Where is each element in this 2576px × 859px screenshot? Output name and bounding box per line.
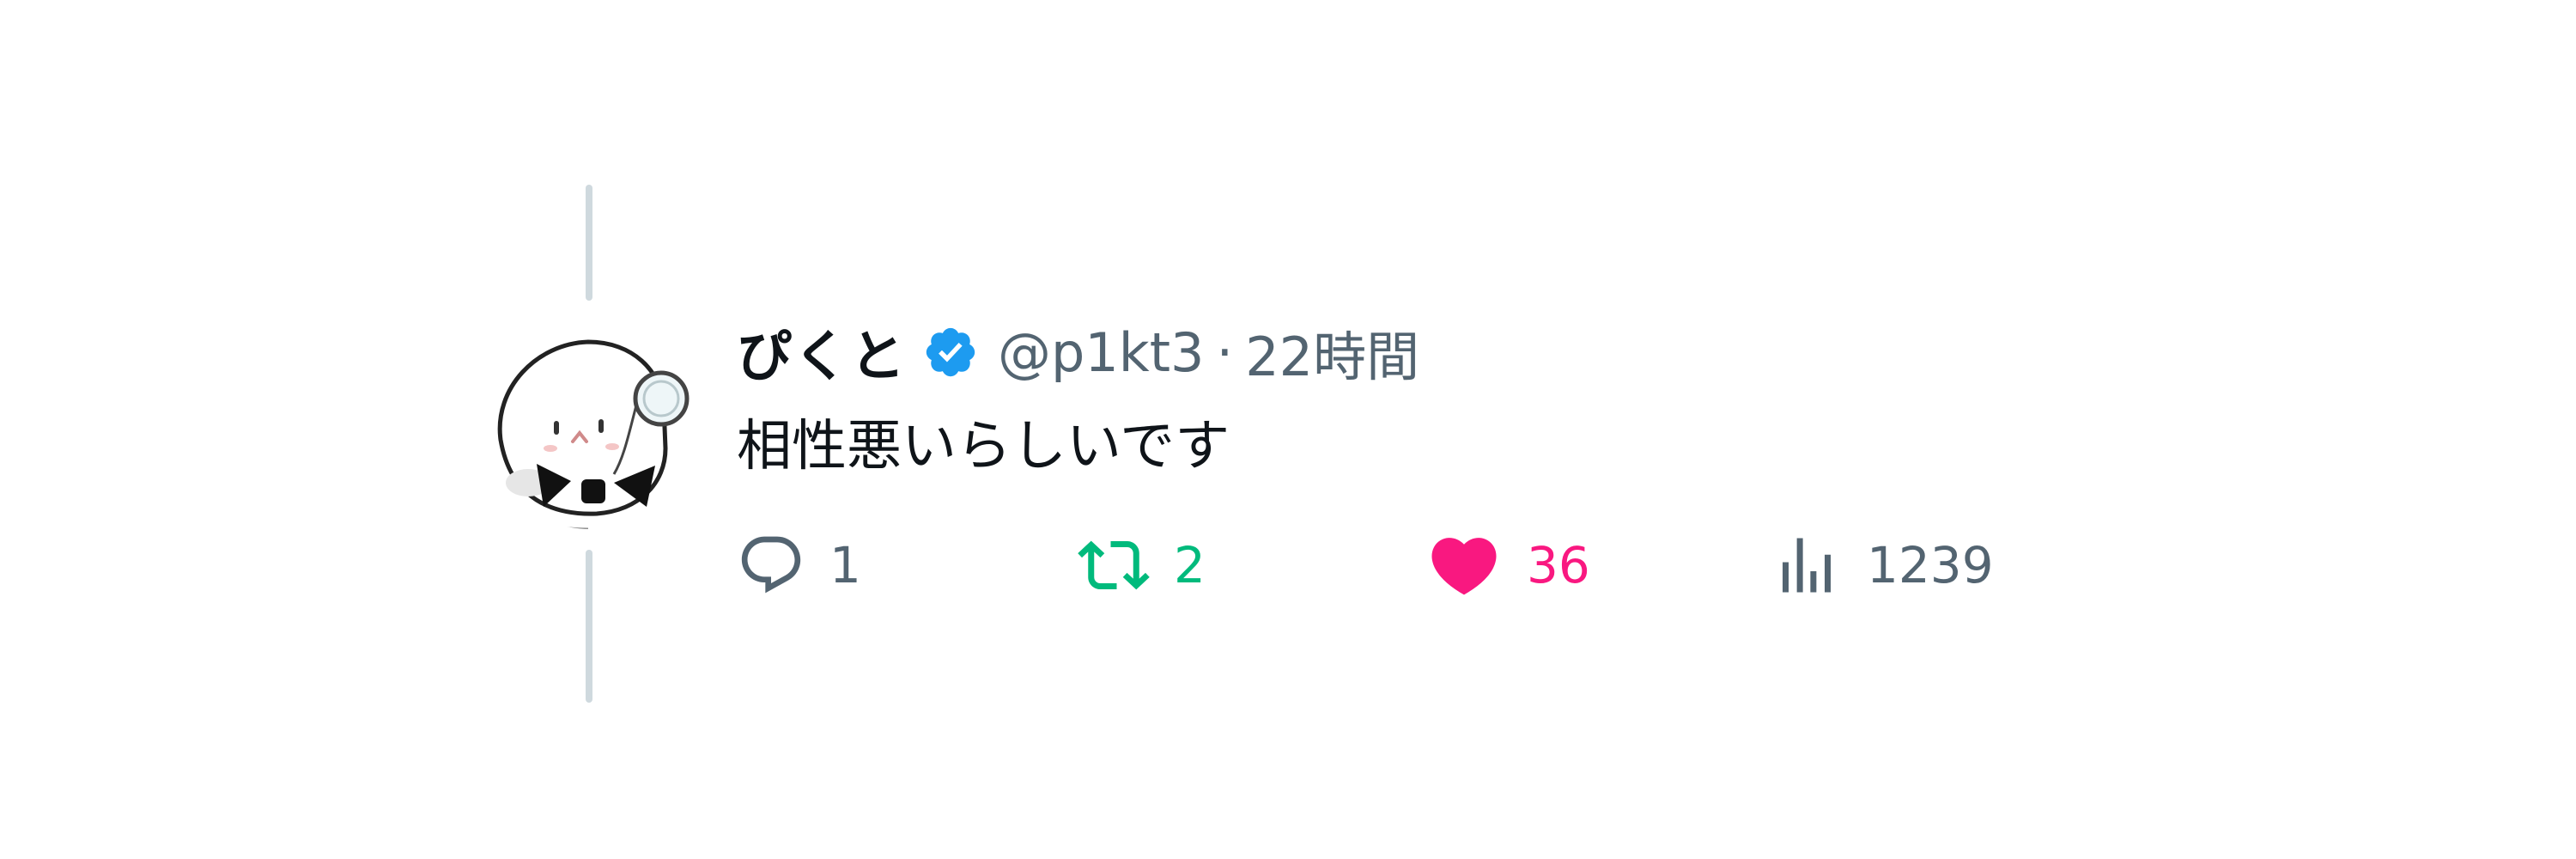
timestamp[interactable]: 22時間 xyxy=(1245,314,1419,391)
retweet-icon xyxy=(1078,540,1150,590)
retweet-count: 2 xyxy=(1174,536,1206,594)
thread-line-top xyxy=(586,185,592,301)
retweet-button[interactable]: 2 xyxy=(1078,524,1206,606)
views-button[interactable]: 1239 xyxy=(1771,524,1994,606)
view-count: 1239 xyxy=(1867,536,1994,594)
bar-chart-icon xyxy=(1783,538,1831,593)
tweet-card[interactable]: ぴくと @p1kt3 · 22時間 相性悪いらしいです 1 2 36 1239 xyxy=(0,0,2576,859)
like-count: 36 xyxy=(1527,536,1590,594)
avatar[interactable] xyxy=(485,320,695,529)
reply-count: 1 xyxy=(829,536,861,594)
avatar-image xyxy=(486,320,694,529)
reply-bubble-icon xyxy=(741,536,801,594)
separator-dot: · xyxy=(1216,320,1234,384)
heart-icon xyxy=(1431,538,1497,595)
like-button[interactable]: 36 xyxy=(1425,524,1590,606)
user-handle[interactable]: @p1kt3 xyxy=(998,321,1204,384)
verified-badge-icon xyxy=(926,327,975,377)
thread-line-bottom xyxy=(586,550,592,703)
display-name[interactable]: ぴくと xyxy=(737,313,907,392)
reply-button[interactable]: 1 xyxy=(737,524,861,606)
tweet-text: 相性悪いらしいです xyxy=(737,415,1230,478)
tweet-header: ぴくと @p1kt3 · 22時間 xyxy=(737,311,1419,393)
